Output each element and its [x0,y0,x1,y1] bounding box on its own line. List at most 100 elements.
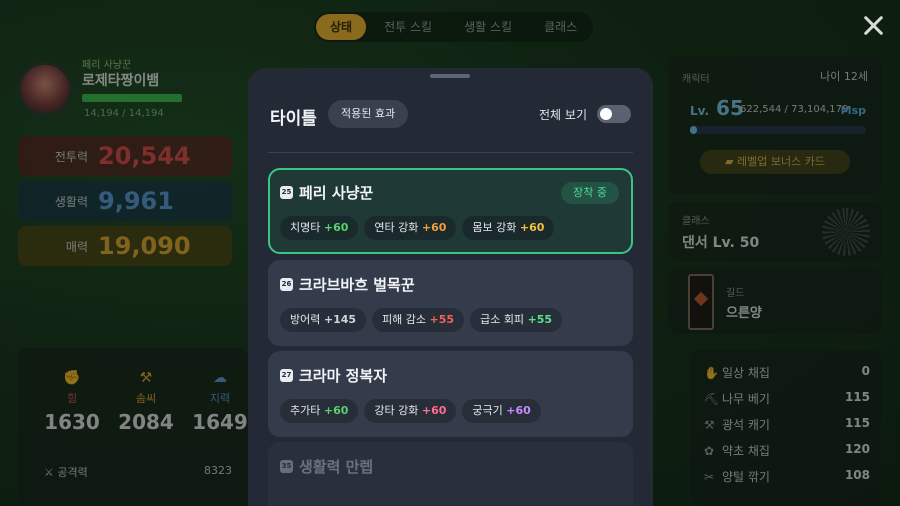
title-card[interactable]: 35 생활력 만렙 [268,442,633,506]
class-label: 클래스 [682,216,710,227]
life-skill-name: 일상 채집 [722,366,770,380]
class-card[interactable]: 클래스 댄서 Lv. 50 [668,202,882,262]
effect-chips: 방어력 +145 피해 감소 +55 급소 회피 +55 [280,308,563,332]
stat-life-power: 생활력 9,961 [18,181,232,221]
stat-combat-power: 전투력 20,544 [18,136,232,176]
guild-label: 길드 [726,288,745,299]
stat-label: 생활력 [54,194,88,209]
level-prefix: Lv. [690,104,710,118]
effect-chip: 치명타 +60 [280,216,359,240]
stat-value: 20,544 [98,142,191,170]
drag-handle[interactable] [430,74,470,78]
title-card-head: 25 페리 사냥꾼 [280,182,373,203]
attribute-intelligence: ☁ 지력 1649 [190,370,250,434]
title-name: 생활력 만렙 [299,458,374,476]
effect-chip: 방어력 +145 [280,308,367,332]
stat-value: 9,961 [98,187,174,215]
guild-card[interactable]: 길드 으른양 [668,268,882,334]
effect-amount: +60 [506,404,531,417]
exp-unit: Msp [840,104,866,117]
tab-combat-skill[interactable]: 전투 스킬 [370,14,446,40]
title-card-head: 35 생활력 만렙 [280,456,373,477]
effect-amount: +60 [519,221,545,234]
effect-chip: 피해 감소 +55 [372,308,465,332]
life-skill-name: 약초 채집 [722,444,770,458]
life-skill-value: 108 [844,468,870,482]
effect-amount: +60 [421,404,447,417]
title-number-badge: 25 [280,186,293,199]
title-card[interactable]: 26 크라브바흐 벌목꾼 방어력 +145 피해 감소 +55 급소 회피 +5… [268,260,633,346]
attribute-panel: ✊ 힘 1630 ⚒ 솜씨 2084 ☁ 지력 1649 ⚔ 공격력 8323 [18,348,248,506]
tab-class[interactable]: 클래스 [530,14,591,40]
life-skill-row: ✂ 양털 깎기 108 [704,468,870,485]
character-level: Lv. 65 [690,96,744,120]
title-card-head: 26 크라브바흐 벌목꾼 [280,274,415,295]
attribute-value: 2084 [118,410,174,434]
class-value: 댄서 Lv. 50 [682,235,760,251]
fan-icon [822,208,870,256]
life-skill-value: 0 [861,364,870,378]
tab-life-skill[interactable]: 생활 스킬 [450,14,526,40]
bonus-label: 레벨업 보너스 카드 [737,155,825,168]
attribute-name: 힘 [66,392,78,405]
effect-amount: +60 [323,221,349,234]
character-card: 캐릭터 나이 12세 Lv. 65 622,544 / 73,104,179 M… [668,56,882,194]
applied-effects-button[interactable]: 적용된 효과 [328,100,409,128]
effect-name: 강타 강화 [374,404,419,417]
life-skill-row: ✋ 일상 채집 0 [704,364,870,381]
hp-text: 14,194 / 14,194 [84,108,164,119]
life-skill-value: 115 [844,416,870,430]
hp-bar-fill [82,94,182,102]
show-all-toggle[interactable] [597,105,631,123]
exp-text: 622,544 / 73,104,179 [740,104,849,115]
guild-emblem-icon [688,274,714,330]
stat-value: 19,090 [98,232,191,260]
life-skill-name: 양털 깎기 [722,470,770,484]
life-skill-name: 나무 베기 [722,392,770,406]
gather-icon: ✋ [704,366,719,380]
stat-charm: 매력 19,090 [18,226,232,266]
title-card-equipped[interactable]: 25 페리 사냥꾼 장착 중 치명타 +60 연타 강화 +60 몸보 강화 +… [268,168,633,254]
character-label: 캐릭터 [682,74,710,85]
title-card[interactable]: 27 크라마 정복자 추가타 +60 강타 강화 +60 궁극기 +60 [268,351,633,437]
close-icon[interactable] [862,14,884,36]
attribute-dexterity: ⚒ 솜씨 2084 [116,370,176,434]
title-number-badge: 35 [280,460,293,473]
stat-label: 전투력 [54,149,88,164]
title-number-badge: 26 [280,278,293,291]
effect-amount: +145 [323,313,357,326]
attribute-strength: ✊ 힘 1630 [42,370,102,434]
tab-status[interactable]: 상태 [316,14,367,40]
levelup-bonus-button[interactable]: ▰ 레벨업 보너스 카드 [700,150,850,174]
attack-value: 8323 [204,464,232,477]
effect-name: 방어력 [290,313,321,326]
show-all-label: 전체 보기 [539,108,587,122]
life-skill-panel: ✋ 일상 채집 0 ⛏ 나무 베기 115 ⚒ 광석 캐기 115 ✿ 약초 채집 120 ✂ 양… [690,350,882,506]
equipped-badge: 장착 중 [561,182,619,204]
top-tab-bar: 상태 전투 스킬 생활 스킬 클래스 [314,12,594,42]
effect-chip: 연타 강화 +60 [364,216,457,240]
avatar[interactable] [18,62,72,116]
axe-icon: ⛏ [704,392,720,406]
life-skill-row: ⚒ 광석 캐기 115 [704,416,870,433]
effect-name: 연타 강화 [374,221,419,234]
life-skill-name: 광석 캐기 [722,418,770,432]
exp-bar [690,126,866,134]
title-name: 페리 사냥꾼 [299,184,374,202]
herb-icon: ✿ [704,444,715,458]
effect-amount: +60 [421,221,447,234]
shears-icon: ✂ [704,470,715,484]
effect-chip: 추가타 +60 [280,399,359,423]
divider [268,152,633,153]
character-age: 나이 12세 [820,70,868,83]
effect-chips: 추가타 +60 강타 강화 +60 궁극기 +60 [280,399,541,423]
modal-title: 타이틀 [270,109,317,129]
exp-bar-fill [690,126,698,134]
effect-name: 급소 회피 [480,313,525,326]
life-skill-value: 120 [844,442,870,456]
stat-label: 매력 [65,239,88,254]
brain-icon: ☁ [213,370,227,386]
attribute-value: 1649 [192,410,248,434]
effect-name: 피해 감소 [382,313,427,326]
effect-chips: 치명타 +60 연타 강화 +60 몸보 강화 +60 [280,216,555,240]
